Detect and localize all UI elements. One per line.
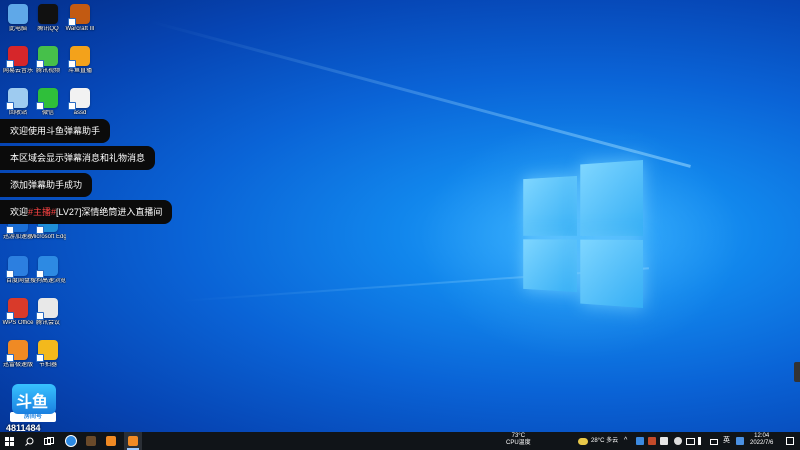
tray-app-icon[interactable] [660, 437, 668, 445]
desktop-icon-label: Warcraft III [65, 26, 95, 32]
douyu-logo: 斗鱼 [12, 384, 56, 414]
desktop-icon-label: assd [73, 110, 87, 116]
wechat-tray-icon[interactable] [674, 437, 682, 445]
notification-icon[interactable] [786, 437, 794, 445]
douyu-icon [68, 46, 90, 68]
taskbar-app-sogou[interactable] [62, 432, 80, 450]
qq-penguin-icon [38, 4, 58, 24]
desktop-icon[interactable]: 腾讯会议 [30, 298, 66, 327]
danmaku-toast-welcome: 欢迎#主播#[LV27]深情绝筒进入直播间 [0, 200, 173, 224]
desktop-icon-label: 腾讯视频 [35, 68, 60, 74]
sogou-browser-icon [36, 256, 58, 278]
taskbar: 73°C CPU温度 28°C 多云 ^ 英 12:04 2022/7/6 [0, 432, 800, 450]
desktop-icon-label: 微信 [41, 110, 54, 116]
danmaku-toast: 欢迎使用斗鱼弹幕助手 [0, 119, 111, 143]
douyu-assistant-icon [106, 436, 116, 446]
taskbar-app-douyu-active[interactable] [124, 432, 142, 450]
search-button[interactable] [20, 432, 38, 450]
desktop-icon[interactable]: 节拍器 [30, 340, 66, 369]
desktop-icon[interactable]: assd [62, 88, 98, 117]
desktop-icon-label: Microsoft Edge [30, 234, 66, 240]
douyu-assistant-icon [128, 436, 138, 446]
start-button[interactable] [0, 432, 18, 450]
windows-start-icon [4, 436, 14, 446]
desktop-icon[interactable]: Warcraft III [62, 4, 98, 33]
network-icon[interactable] [686, 438, 695, 445]
keyboard-icon[interactable] [710, 439, 718, 445]
clock-time: 12:04 [754, 433, 770, 439]
file-icon [68, 88, 90, 110]
weather-icon [578, 438, 588, 445]
netease-music-icon [6, 46, 28, 68]
desktop-icon-label: 节拍器 [38, 362, 57, 368]
task-view-icon [44, 436, 54, 445]
taskbar-app-douyu[interactable] [102, 432, 120, 450]
task-view-button[interactable] [40, 432, 58, 450]
desktop-icon-label: 斗鱼直播 [67, 68, 92, 74]
baidu-netdisk-icon [6, 256, 28, 278]
taskbar-app-game[interactable] [82, 432, 100, 450]
sogou-browser-icon [65, 435, 77, 447]
tencent-video-icon [36, 46, 58, 68]
cpu-temp-label: CPU温度 [506, 440, 531, 446]
desktop-icon[interactable]: 搜狗高速浏览器 [30, 256, 66, 285]
search-icon [24, 437, 33, 446]
volume-icon[interactable] [698, 437, 706, 445]
tray-app-icon[interactable] [648, 437, 656, 445]
wps-icon [6, 298, 28, 320]
desktop-icon[interactable]: 腾讯视频 [30, 46, 66, 75]
clock-date: 2022/7/6 [750, 440, 774, 446]
thunder-icon [6, 340, 28, 362]
desktop-icon[interactable]: 斗鱼直播 [62, 46, 98, 75]
chevron-up-icon[interactable]: ^ [624, 432, 627, 444]
desktop-icon[interactable]: 微信 [30, 88, 66, 117]
tencent-meeting-icon [36, 298, 58, 320]
owl-icon [36, 340, 58, 362]
windows-logo-wallpaper [523, 160, 643, 308]
desktop-icon-label: 搜狗高速浏览器 [30, 278, 66, 284]
tray-app-icon[interactable] [736, 437, 744, 445]
warcraft-icon [68, 4, 90, 26]
douyu-room-badge: 斗鱼 房间号 4811484 [6, 384, 60, 436]
computer-icon [8, 4, 28, 24]
cpu-temp-value: 73°C [511, 433, 526, 439]
danmaku-toast: 添加弹幕助手成功 [0, 173, 93, 197]
ime-icon[interactable]: 英 [723, 432, 730, 444]
desktop-icon-label: 腾讯QQ [37, 26, 59, 32]
game-icon [86, 436, 96, 446]
side-panel-handle[interactable] [794, 362, 800, 382]
desktop-icon[interactable]: 腾讯QQ [30, 4, 66, 33]
wechat-icon [36, 88, 58, 110]
shield-icon[interactable] [636, 437, 644, 445]
weather-widget[interactable]: 28°C 多云 [591, 432, 618, 450]
recycle-bin-icon [6, 88, 28, 110]
cpu-temp-widget[interactable]: 73°C CPU温度 [506, 433, 531, 447]
danmaku-toast: 本区域会显示弹幕消息和礼物消息 [0, 146, 156, 170]
clock[interactable]: 12:04 2022/7/6 [750, 433, 773, 447]
desktop-icon-label: 腾讯会议 [35, 320, 60, 326]
